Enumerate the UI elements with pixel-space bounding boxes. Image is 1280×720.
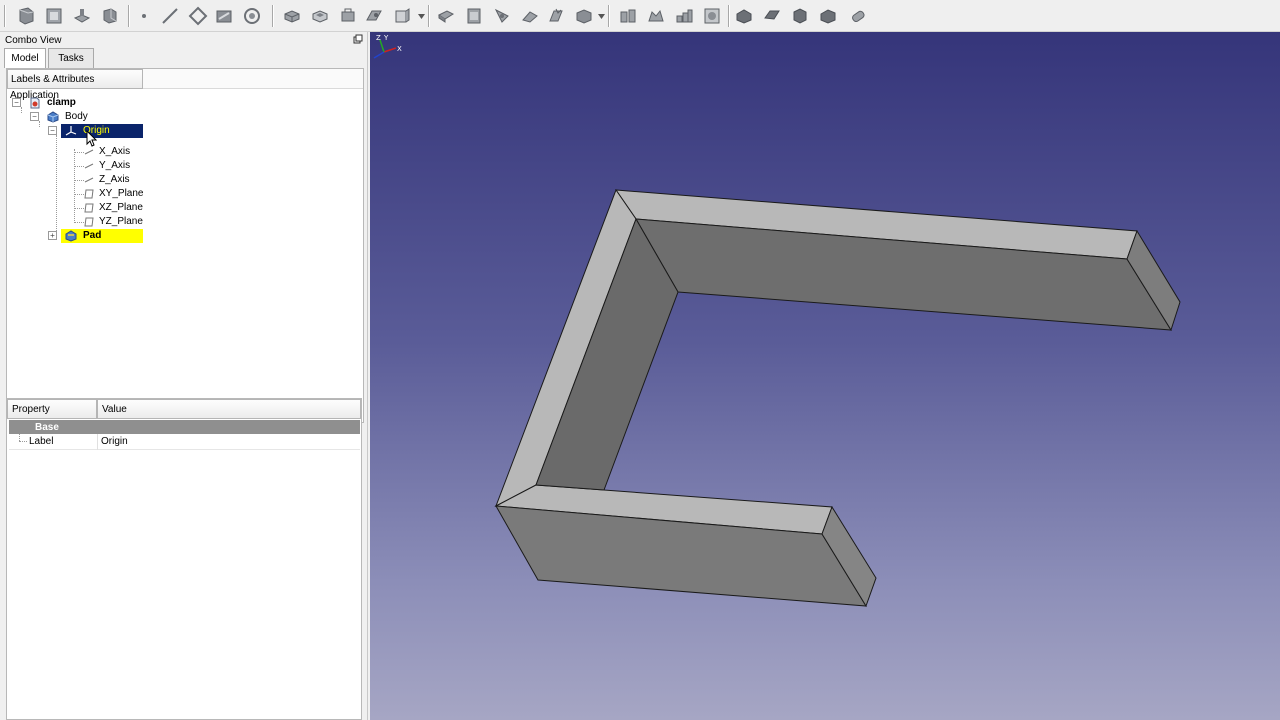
pocket-icon[interactable] — [310, 6, 330, 26]
view-iso-icon[interactable] — [848, 6, 868, 26]
collapse-body-button[interactable]: − — [30, 112, 39, 121]
tree-item-pad[interactable]: Pad — [83, 230, 101, 241]
axis-icon — [84, 177, 94, 183]
sweep-icon[interactable] — [436, 6, 456, 26]
axis-cross-icon: Z Y X — [373, 34, 402, 59]
property-name-label: Label — [29, 436, 54, 447]
attach-icon[interactable] — [242, 6, 262, 26]
toolbar-grip[interactable] — [4, 5, 6, 27]
body-icon — [47, 111, 59, 123]
main-toolbar — [0, 0, 1280, 32]
subtractive-primitive-icon[interactable] — [492, 6, 512, 26]
tree-item-xz-plane[interactable]: XZ_Plane — [99, 202, 143, 213]
tree-line — [56, 135, 57, 237]
tree-column-header[interactable]: Labels & Attributes — [7, 69, 143, 89]
plane-icon — [84, 203, 94, 213]
tree-line — [74, 149, 75, 223]
tree-item-clamp[interactable]: clamp — [47, 97, 76, 108]
property-column-header[interactable]: Property — [7, 399, 97, 419]
view-top-icon[interactable] — [818, 6, 838, 26]
tree-item-z-axis[interactable]: Z_Axis — [99, 174, 130, 185]
tab-model[interactable]: Model — [4, 48, 46, 68]
toolbar-separator — [128, 5, 130, 27]
clamp-model[interactable] — [370, 32, 1280, 720]
document-icon — [30, 97, 40, 109]
origin-icon — [65, 126, 77, 136]
tree-item-xy-plane[interactable]: XY_Plane — [99, 188, 143, 199]
toolbar-separator — [428, 5, 430, 27]
point-icon[interactable] — [134, 6, 154, 26]
additive-primitive-icon[interactable] — [464, 6, 484, 26]
mouse-cursor-icon — [86, 130, 97, 147]
combo-view-title: Combo View — [5, 35, 62, 46]
tree-item-x-axis[interactable]: X_Axis — [99, 146, 130, 157]
model-tree[interactable]: Labels & Attributes Application − clamp … — [6, 68, 364, 423]
multitransform-icon[interactable] — [734, 6, 754, 26]
pad-icon[interactable] — [282, 6, 302, 26]
tab-tasks[interactable]: Tasks — [48, 48, 94, 68]
open-icon[interactable] — [44, 6, 64, 26]
new-icon[interactable] — [16, 6, 36, 26]
chamfer-icon[interactable] — [546, 6, 566, 26]
toolbar-separator — [608, 5, 610, 27]
linear-pattern-icon[interactable] — [674, 6, 694, 26]
3d-viewport[interactable]: Z Y X — [370, 32, 1280, 720]
plane-icon — [84, 217, 94, 227]
toolbar-separator — [272, 5, 274, 27]
mirror-icon[interactable] — [646, 6, 666, 26]
chevron-down-icon[interactable] — [598, 14, 605, 19]
sketch-icon[interactable] — [214, 6, 234, 26]
axis-label-y: Y — [383, 34, 389, 42]
tree-line — [19, 434, 20, 441]
groove-icon[interactable] — [364, 6, 384, 26]
thickness-icon[interactable] — [618, 6, 638, 26]
draft-icon[interactable] — [574, 6, 594, 26]
axis-icon — [84, 163, 94, 169]
pad-feature-icon — [65, 230, 77, 242]
tree-line — [39, 121, 40, 127]
plane-icon[interactable] — [188, 6, 208, 26]
undock-icon[interactable] — [353, 34, 363, 44]
collapse-origin-button[interactable]: − — [48, 126, 57, 135]
polar-pattern-icon[interactable] — [702, 6, 722, 26]
part-icon[interactable] — [100, 6, 120, 26]
fillet-icon[interactable] — [520, 6, 540, 26]
value-column-header[interactable]: Value — [97, 399, 361, 419]
loft-icon[interactable] — [392, 6, 412, 26]
property-value-field[interactable]: Origin — [101, 436, 128, 447]
chevron-down-icon[interactable] — [418, 14, 425, 19]
tree-item-body[interactable]: Body — [65, 111, 88, 122]
collapse-clamp-button[interactable]: − — [12, 98, 21, 107]
axis-icon — [84, 149, 94, 155]
property-group-base[interactable]: Base — [9, 420, 360, 434]
toolbar-separator — [728, 5, 730, 27]
tree-header-filler — [143, 69, 363, 89]
tree-item-y-axis[interactable]: Y_Axis — [99, 160, 130, 171]
plane-icon — [84, 189, 94, 199]
tree-item-yz-plane[interactable]: YZ_Plane — [99, 216, 143, 227]
tree-line — [19, 441, 27, 442]
line-icon[interactable] — [160, 6, 180, 26]
property-row[interactable]: Label Origin — [9, 434, 360, 450]
boolean-icon[interactable] — [762, 6, 782, 26]
save-icon[interactable] — [72, 6, 92, 26]
axis-label-z: Z — [376, 34, 381, 42]
revolution-icon[interactable] — [338, 6, 358, 26]
combo-view-panel: Combo View Model Tasks Labels & Attribut… — [0, 32, 368, 720]
tree-line — [21, 107, 22, 113]
expand-pad-button[interactable]: + — [48, 231, 57, 240]
column-divider — [97, 434, 98, 450]
view-front-icon[interactable] — [790, 6, 810, 26]
property-editor[interactable]: Property Value Base Label Origin — [6, 398, 362, 720]
axis-label-x: X — [397, 45, 402, 53]
